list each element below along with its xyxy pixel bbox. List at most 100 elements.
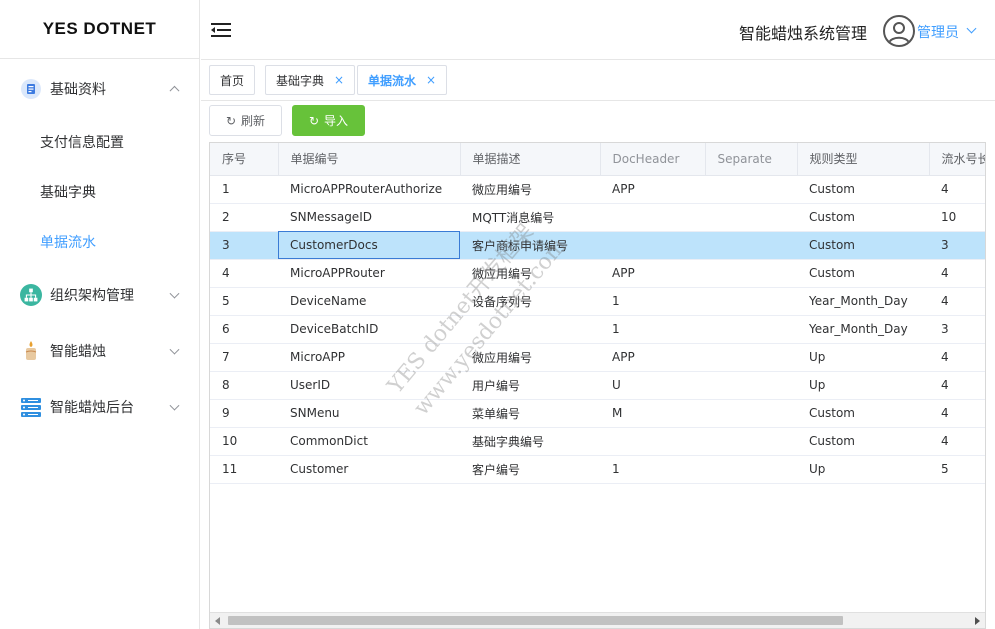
table-cell[interactable]	[600, 231, 705, 260]
table-cell[interactable]: MicroAPPRouterAuthorize	[278, 175, 460, 204]
table-cell[interactable]: 2	[210, 203, 278, 232]
menu-group-basic-data[interactable]: 基础资料	[0, 61, 200, 117]
table-cell[interactable]: 菜单编号	[460, 399, 600, 428]
table-cell[interactable]: Up	[797, 371, 929, 400]
table-row[interactable]: 4 MicroAPPRouter 微应用编号 APP Custom 4	[210, 259, 985, 288]
table-cell[interactable]: 4	[929, 259, 985, 288]
sidebar-item-doc-serial[interactable]: 单据流水	[0, 217, 200, 267]
table-cell[interactable]: 微应用编号	[460, 175, 600, 204]
table-cell[interactable]: 4	[929, 175, 985, 204]
table-cell[interactable]: 6	[210, 315, 278, 344]
table-cell[interactable]	[705, 399, 797, 428]
sidebar-item-payment-config[interactable]: 支付信息配置	[0, 117, 200, 167]
tab-doc-serial[interactable]: 单据流水 ×	[357, 65, 448, 95]
scroll-right-icon[interactable]	[975, 617, 980, 625]
table-cell[interactable]: APP	[600, 259, 705, 288]
table-cell[interactable]: Up	[797, 343, 929, 372]
table-cell[interactable]: 8	[210, 371, 278, 400]
user-avatar-icon[interactable]	[883, 15, 915, 47]
table-cell[interactable]: SNMenu	[278, 399, 460, 428]
table-cell[interactable]	[600, 203, 705, 232]
table-cell[interactable]: 11	[210, 455, 278, 484]
table-cell[interactable]	[600, 427, 705, 456]
table-cell[interactable]: DeviceName	[278, 287, 460, 316]
table-cell[interactable]: 1	[210, 175, 278, 204]
table-row[interactable]: 5 DeviceName 设备序列号 1 Year_Month_Day 4	[210, 287, 985, 316]
table-cell[interactable]: 1	[600, 455, 705, 484]
column-header[interactable]: 流水号长	[929, 143, 985, 176]
table-cell[interactable]	[705, 455, 797, 484]
refresh-button[interactable]: ↻ 刷新	[209, 105, 282, 136]
table-cell[interactable]: 3	[210, 231, 278, 260]
table-cell[interactable]: 3	[929, 315, 985, 344]
scrollbar-thumb[interactable]	[228, 616, 843, 625]
table-cell[interactable]: 客户商标申请编号	[460, 231, 600, 260]
table-cell[interactable]: M	[600, 399, 705, 428]
table-cell[interactable]: APP	[600, 343, 705, 372]
table-cell[interactable]: MicroAPPRouter	[278, 259, 460, 288]
table-cell[interactable]: 9	[210, 399, 278, 428]
table-cell[interactable]: Custom	[797, 231, 929, 260]
menu-group-candle[interactable]: 智能蜡烛	[0, 323, 200, 379]
table-cell[interactable]: UserID	[278, 371, 460, 400]
table-cell[interactable]: 3	[929, 231, 985, 260]
menu-toggle-icon[interactable]	[211, 20, 231, 40]
table-cell[interactable]: Up	[797, 455, 929, 484]
table-cell[interactable]: 4	[929, 343, 985, 372]
table-cell[interactable]: Custom	[797, 427, 929, 456]
table-cell[interactable]	[705, 203, 797, 232]
table-row[interactable]: 7 MicroAPP 微应用编号 APP Up 4	[210, 343, 985, 372]
table-cell[interactable]	[705, 343, 797, 372]
sidebar-item-basic-dict[interactable]: 基础字典	[0, 167, 200, 217]
table-cell[interactable]: 10	[929, 203, 985, 232]
table-cell[interactable]: MQTT消息编号	[460, 203, 600, 232]
table-row[interactable]: 11 Customer 客户编号 1 Up 5	[210, 455, 985, 484]
horizontal-scrollbar[interactable]	[210, 612, 985, 628]
table-cell[interactable]	[705, 231, 797, 260]
column-header[interactable]: 单据编号	[278, 143, 461, 176]
column-header[interactable]: 单据描述	[460, 143, 601, 176]
table-row[interactable]: 8 UserID 用户编号 U Up 4	[210, 371, 985, 400]
user-name[interactable]: 管理员	[917, 22, 959, 42]
close-icon[interactable]: ×	[334, 73, 344, 87]
chevron-down-icon[interactable]	[966, 23, 977, 34]
table-cell[interactable]	[460, 315, 600, 344]
table-cell[interactable]: DeviceBatchID	[278, 315, 460, 344]
table-cell[interactable]: Year_Month_Day	[797, 315, 929, 344]
menu-group-org[interactable]: 组织架构管理	[0, 267, 200, 323]
table-cell[interactable]: Custom	[797, 203, 929, 232]
table-cell[interactable]	[705, 371, 797, 400]
table-cell[interactable]: 微应用编号	[460, 343, 600, 372]
table-cell[interactable]: CustomerDocs	[278, 231, 460, 260]
table-row[interactable]: 10 CommonDict 基础字典编号 Custom 4	[210, 427, 985, 456]
table-cell[interactable]	[705, 287, 797, 316]
table-cell[interactable]: Custom	[797, 399, 929, 428]
scroll-left-icon[interactable]	[215, 617, 220, 625]
table-cell[interactable]	[705, 315, 797, 344]
table-row[interactable]: 9 SNMenu 菜单编号 M Custom 4	[210, 399, 985, 428]
table-cell[interactable]: Customer	[278, 455, 460, 484]
table-cell[interactable]: CommonDict	[278, 427, 460, 456]
table-cell[interactable]: Custom	[797, 175, 929, 204]
table-cell[interactable]	[705, 259, 797, 288]
tab-basic-dict[interactable]: 基础字典 ×	[265, 65, 356, 95]
table-cell[interactable]: 基础字典编号	[460, 427, 600, 456]
table-cell[interactable]: APP	[600, 175, 705, 204]
table-cell[interactable]: 4	[929, 287, 985, 316]
table-cell[interactable]: SNMessageID	[278, 203, 460, 232]
menu-group-candle-admin[interactable]: 智能蜡烛后台	[0, 379, 200, 435]
table-cell[interactable]: 4	[929, 427, 985, 456]
table-row[interactable]: 1 MicroAPPRouterAuthorize 微应用编号 APP Custom 4	[210, 175, 985, 204]
table-cell[interactable]: 微应用编号	[460, 259, 600, 288]
table-cell[interactable]	[705, 427, 797, 456]
table-cell[interactable]: MicroAPP	[278, 343, 460, 372]
table-cell[interactable]: 用户编号	[460, 371, 600, 400]
table-cell[interactable]: 设备序列号	[460, 287, 600, 316]
tab-home[interactable]: 首页	[209, 65, 256, 95]
table-cell[interactable]: 10	[210, 427, 278, 456]
table-cell[interactable]: 5	[210, 287, 278, 316]
table-cell[interactable]: 4	[210, 259, 278, 288]
table-row[interactable]: 6 DeviceBatchID 1 Year_Month_Day 3	[210, 315, 985, 344]
table-cell[interactable]: 1	[600, 287, 705, 316]
table-cell[interactable]: 4	[929, 399, 985, 428]
